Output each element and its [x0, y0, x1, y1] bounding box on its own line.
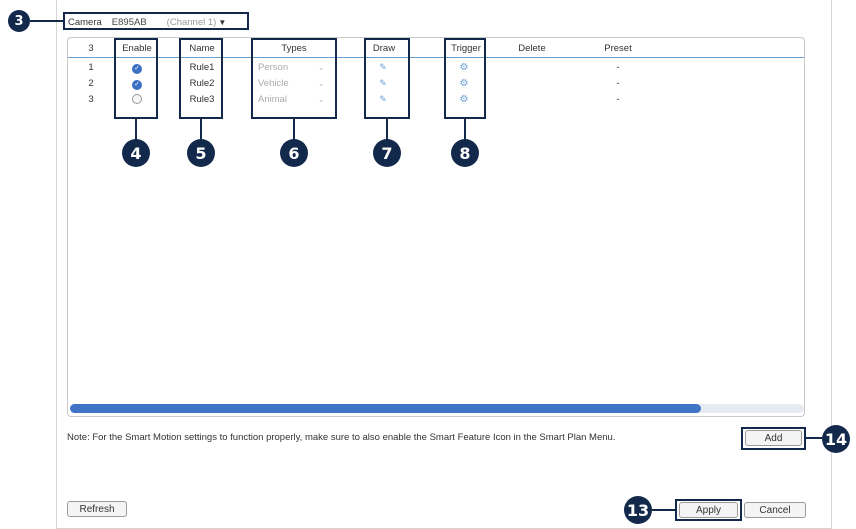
- preset-value: -: [616, 94, 620, 105]
- apply-button[interactable]: Apply: [679, 502, 738, 518]
- preset-value: -: [616, 78, 620, 89]
- callout-7-line: [386, 119, 388, 141]
- horizontal-scrollbar[interactable]: [70, 404, 804, 413]
- type-select[interactable]: Person: [258, 62, 304, 73]
- callout-3-line: [30, 20, 64, 22]
- rule-name[interactable]: Rule1: [182, 62, 222, 73]
- header-types: Types: [281, 43, 307, 54]
- callout-5-line: [200, 119, 202, 141]
- callout-3: 3: [8, 10, 30, 32]
- table-row: 2 ✓ Rule2 Vehicle ⌄ ✎ ⚙ -: [68, 76, 804, 92]
- callout-13: 13: [624, 496, 652, 524]
- table-row: 1 ✓ Rule1 Person ⌄ ✎ ⚙ -: [68, 60, 804, 76]
- table-header: 3 Enable Name Types Draw Trigger Delete …: [68, 38, 804, 58]
- row-index: 3: [88, 94, 94, 105]
- rules-table: 3 Enable Name Types Draw Trigger Delete …: [67, 37, 805, 417]
- callout-14: 14: [822, 425, 850, 453]
- row-index: 1: [88, 62, 94, 73]
- header-preset: Preset: [604, 43, 632, 54]
- callout-6-line: [293, 119, 295, 141]
- callout-13-line: [652, 509, 676, 511]
- callout-8: 8: [451, 139, 479, 167]
- header-enable: Enable: [122, 43, 152, 54]
- callout-5: 5: [187, 139, 215, 167]
- type-select[interactable]: Vehicle: [258, 78, 304, 89]
- callout-4-line: [135, 119, 137, 141]
- enable-toggle[interactable]: ✓: [132, 62, 142, 74]
- chevron-down-icon: ⌄: [318, 95, 325, 104]
- camera-selector[interactable]: Camera E895AB (Channel 1) ▼: [68, 15, 226, 29]
- header-draw: Draw: [372, 43, 396, 54]
- callout-7: 7: [373, 139, 401, 167]
- gear-icon[interactable]: ⚙: [459, 94, 469, 105]
- cancel-button[interactable]: Cancel: [744, 502, 806, 518]
- header-count: 3: [88, 43, 94, 54]
- camera-channel: (Channel 1): [166, 16, 217, 28]
- table-row: 3 Rule3 Animal ⌄ ✎ ⚙ -: [68, 92, 804, 108]
- header-name: Name: [189, 43, 215, 54]
- scrollbar-thumb[interactable]: [70, 404, 702, 413]
- pencil-icon[interactable]: ✎: [378, 62, 388, 73]
- camera-label: Camera: [68, 16, 102, 28]
- callout-8-line: [464, 119, 466, 141]
- enable-toggle[interactable]: ✓: [132, 78, 142, 90]
- chevron-down-icon: ⌄: [318, 79, 325, 88]
- callout-6: 6: [280, 139, 308, 167]
- check-icon: ✓: [132, 80, 142, 90]
- gear-icon[interactable]: ⚙: [459, 62, 469, 73]
- enable-toggle[interactable]: [132, 94, 142, 107]
- chevron-down-icon[interactable]: ▼: [218, 18, 226, 27]
- preset-value: -: [616, 62, 620, 73]
- gear-icon[interactable]: ⚙: [459, 78, 469, 89]
- header-trigger: Trigger: [451, 43, 481, 54]
- callout-4: 4: [122, 139, 150, 167]
- header-delete: Delete: [518, 43, 546, 54]
- check-icon: ✓: [132, 64, 142, 74]
- refresh-button[interactable]: Refresh: [67, 501, 127, 517]
- radio-off-icon: [132, 94, 142, 104]
- pencil-icon[interactable]: ✎: [378, 94, 388, 105]
- rule-name[interactable]: Rule2: [182, 78, 222, 89]
- type-select[interactable]: Animal: [258, 94, 304, 105]
- add-button[interactable]: Add: [745, 430, 802, 446]
- smart-motion-note: Note: For the Smart Motion settings to f…: [67, 432, 616, 443]
- camera-value: E895AB: [111, 16, 147, 28]
- chevron-down-icon: ⌄: [318, 63, 325, 72]
- row-index: 2: [88, 78, 94, 89]
- pencil-icon[interactable]: ✎: [378, 78, 388, 89]
- rule-name[interactable]: Rule3: [182, 94, 222, 105]
